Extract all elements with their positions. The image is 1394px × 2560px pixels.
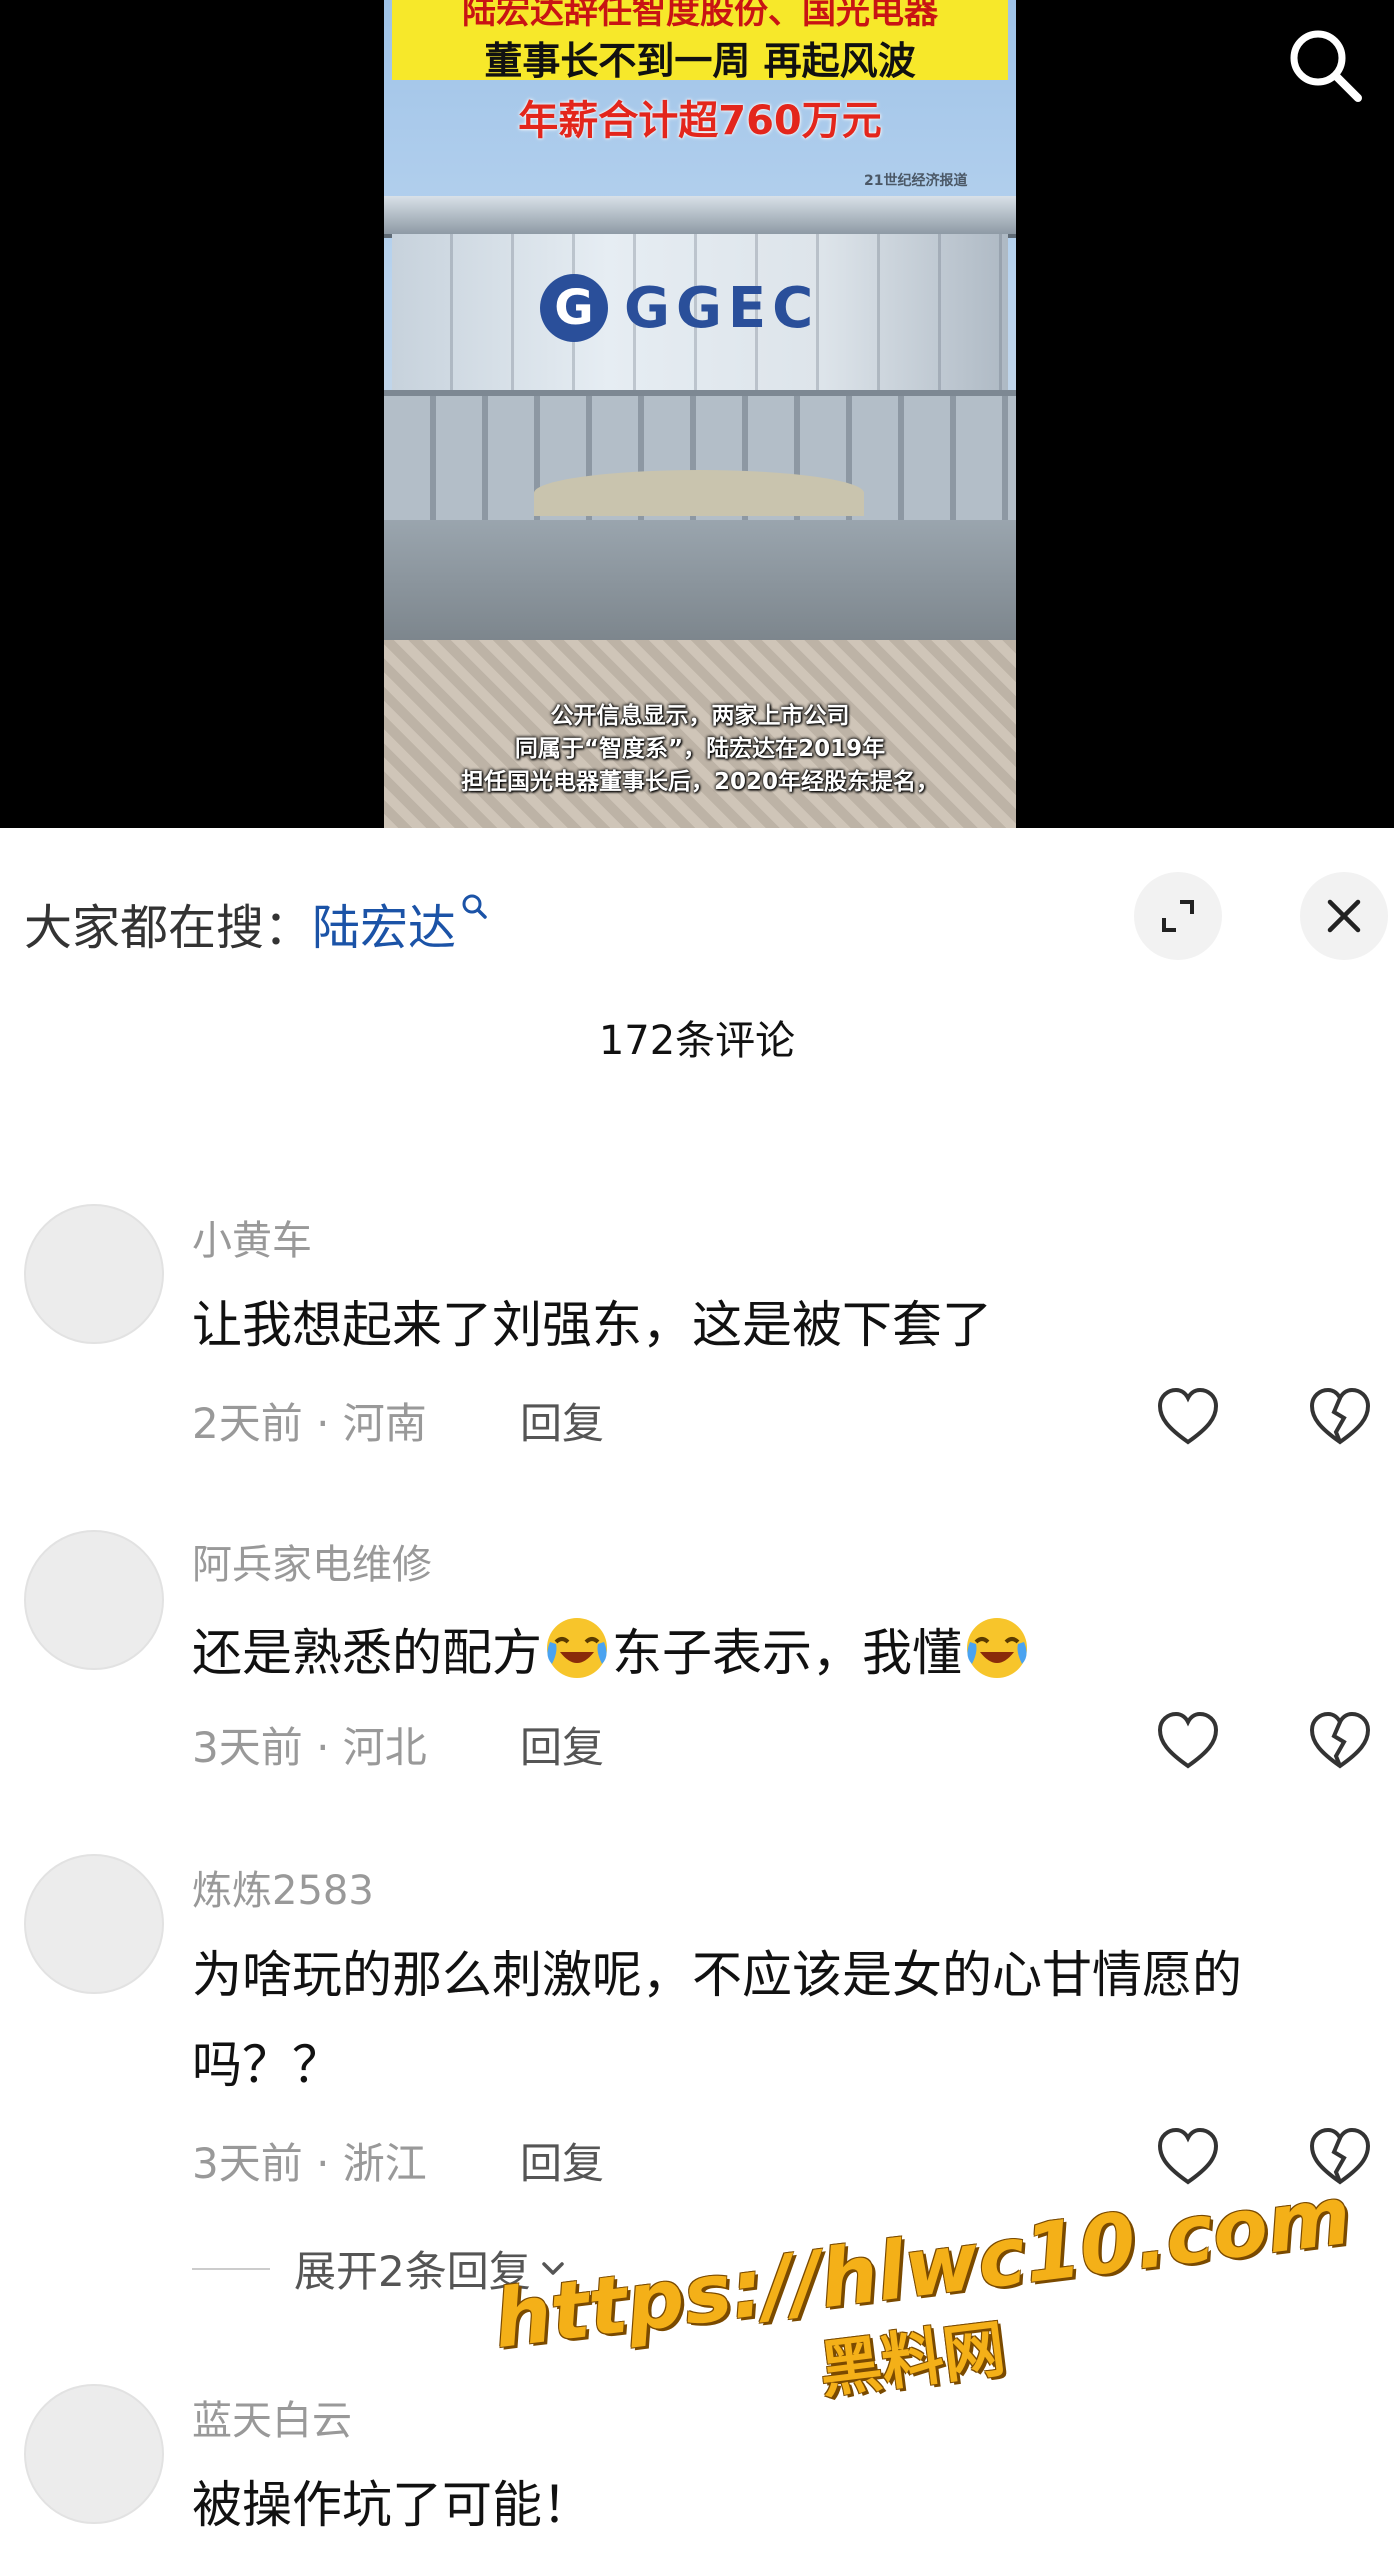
comment-text: 还是熟悉的配方 东子表示，我懂 bbox=[192, 1608, 1352, 1698]
headline-line2: 董事长不到一周 再起风波 bbox=[484, 39, 916, 83]
brand-logo-text: GGEC bbox=[624, 276, 820, 341]
reply-button[interactable]: 回复 bbox=[520, 1390, 604, 1451]
comment-text: 为啥玩的那么刺激呢，不应该是女的心甘情愿的吗？？ bbox=[192, 1946, 1242, 2094]
trending-search-term[interactable]: 陆宏达 bbox=[312, 900, 456, 956]
source-tag: 21世纪经济报道 bbox=[864, 173, 968, 189]
comment-username[interactable]: 蓝天白云 bbox=[192, 2388, 352, 2446]
ggec-logo-icon: G bbox=[540, 274, 608, 342]
comment-text: 让我想起来了刘强东，这是被下套了 bbox=[192, 1296, 992, 1354]
headline-line1: 陆宏达辞任智度股份、国光电器 bbox=[462, 0, 938, 32]
caption-line: 担任国光电器董事长后，2020年经股东提名， bbox=[460, 769, 939, 795]
video-player[interactable]: 陆宏达辞任智度股份、国光电器 董事长不到一周 再起风波 年薪合计超760万元 2… bbox=[0, 0, 1394, 828]
building-canopy bbox=[534, 470, 864, 516]
reply-button[interactable]: 回复 bbox=[520, 2130, 604, 2191]
heart-icon[interactable] bbox=[1154, 2124, 1222, 2192]
avatar[interactable] bbox=[24, 1204, 164, 1344]
heart-icon[interactable] bbox=[1154, 1708, 1222, 1776]
avatar[interactable] bbox=[24, 2384, 164, 2524]
trending-label: 大家都在搜： bbox=[24, 900, 313, 956]
comment-meta: 3天前 · 河北 bbox=[192, 1723, 427, 1772]
comment-text-part: 东子表示，我懂 bbox=[612, 1624, 962, 1682]
crying-laughing-emoji bbox=[962, 1612, 1032, 1682]
chevron-down-icon bbox=[541, 2261, 564, 2275]
broken-heart-icon[interactable] bbox=[1306, 1384, 1374, 1452]
caption-line: 同属于“智度系”，陆宏达在2019年 bbox=[514, 736, 886, 762]
search-icon bbox=[1290, 30, 1362, 102]
reply-button[interactable]: 回复 bbox=[520, 1714, 604, 1775]
trending-search-bar: 大家都在搜：陆宏达 bbox=[24, 888, 488, 958]
expand-button[interactable] bbox=[1134, 872, 1222, 960]
avatar[interactable] bbox=[24, 1530, 164, 1670]
comment-username[interactable]: 阿兵家电维修 bbox=[192, 1532, 432, 1590]
close-button[interactable] bbox=[1300, 872, 1388, 960]
comment-username[interactable]: 小黄车 bbox=[192, 1208, 312, 1266]
building-roof bbox=[384, 196, 1016, 238]
comment-username[interactable]: 炼炼2583 bbox=[192, 1858, 374, 1916]
search-button[interactable] bbox=[1280, 20, 1370, 110]
avatar[interactable] bbox=[24, 1854, 164, 1994]
close-icon bbox=[1327, 899, 1361, 933]
building-base bbox=[384, 520, 1016, 640]
crying-laughing-emoji bbox=[542, 1612, 612, 1682]
caption-line: 公开信息显示，两家上市公司 bbox=[550, 703, 850, 729]
headline-banner: 陆宏达辞任智度股份、国光电器 董事长不到一周 再起风波 bbox=[392, 0, 1008, 83]
comment-meta: 3天前 · 浙江 bbox=[192, 2139, 427, 2188]
expand-replies-label: 展开2条回复 bbox=[294, 2247, 531, 2296]
building-facade: G GGEC bbox=[392, 234, 1008, 390]
broken-heart-icon[interactable] bbox=[1306, 1708, 1374, 1776]
comment-meta: 2天前 · 河南 bbox=[192, 1399, 427, 1448]
divider-line bbox=[192, 2267, 270, 2270]
comment-text-part: 还是熟悉的配方 bbox=[192, 1624, 542, 1682]
broken-heart-icon[interactable] bbox=[1306, 2124, 1374, 2192]
expand-icon bbox=[1162, 900, 1194, 932]
comment-count: 172条评论 bbox=[598, 1018, 796, 1064]
heart-icon[interactable] bbox=[1154, 1384, 1222, 1452]
expand-replies-button[interactable]: 展开2条回复 bbox=[192, 2238, 569, 2296]
headline-line3: 年薪合计超760万元 bbox=[518, 98, 882, 144]
video-frame[interactable]: 陆宏达辞任智度股份、国光电器 董事长不到一周 再起风波 年薪合计超760万元 2… bbox=[384, 0, 1016, 828]
comment-text: 被操作坑了可能！ bbox=[192, 2476, 592, 2534]
search-icon[interactable] bbox=[460, 892, 488, 920]
video-caption: 公开信息显示，两家上市公司 同属于“智度系”，陆宏达在2019年 担任国光电器董… bbox=[384, 700, 1016, 799]
